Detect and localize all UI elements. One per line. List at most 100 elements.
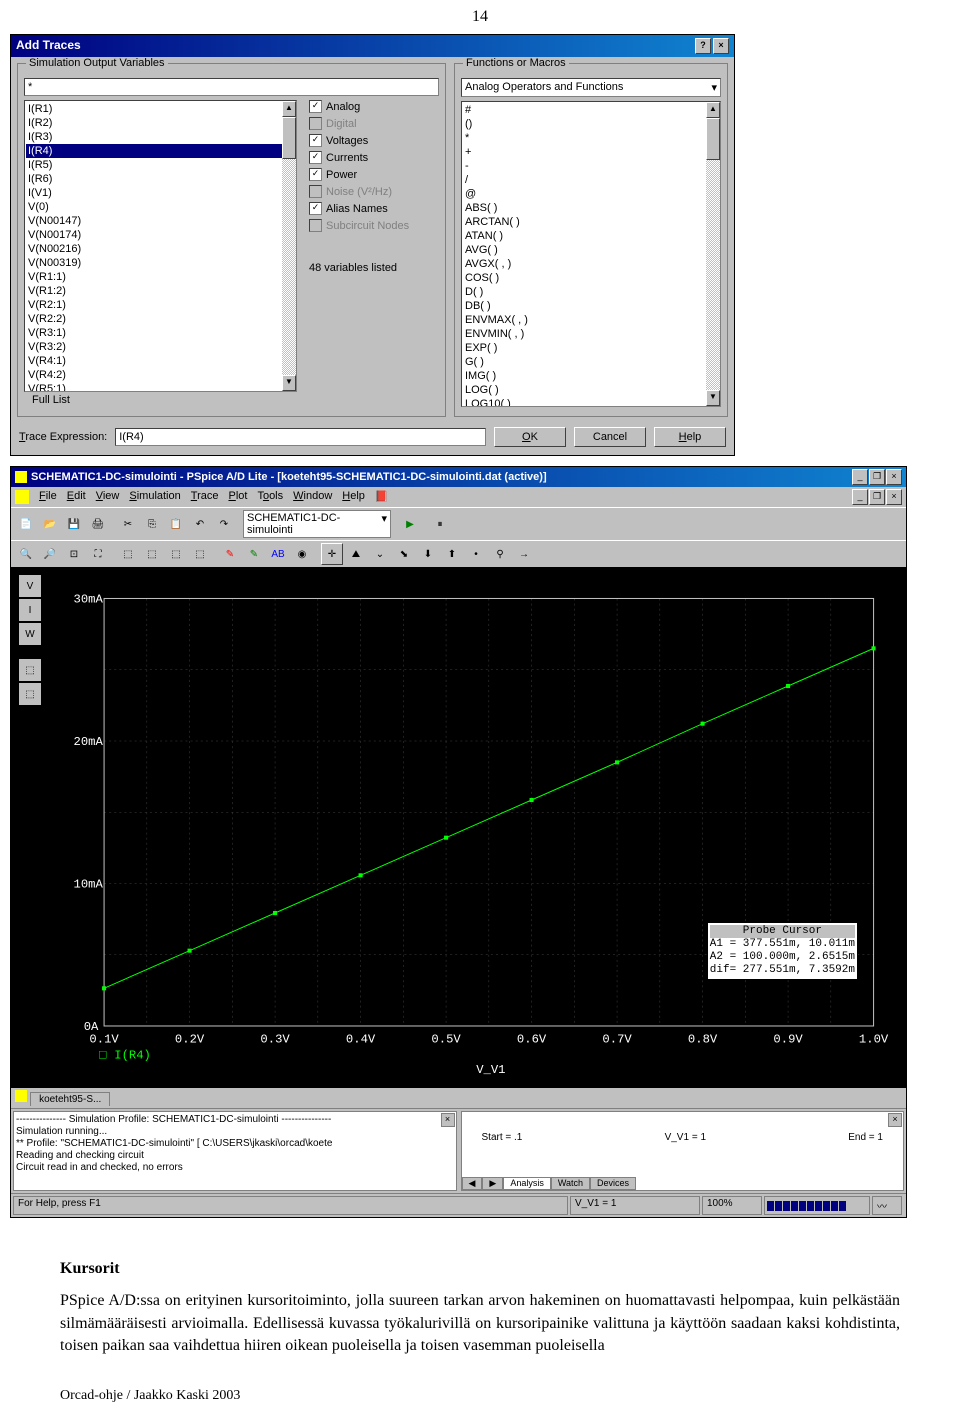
- menu-plot[interactable]: Plot: [228, 490, 247, 504]
- list-item[interactable]: LOG10( ): [463, 397, 719, 407]
- fft-icon[interactable]: ⬚: [165, 543, 187, 565]
- menu-help[interactable]: Help: [342, 490, 365, 504]
- scroll-thumb[interactable]: [706, 118, 720, 160]
- close-icon[interactable]: ×: [886, 469, 902, 485]
- cursor-trough-icon[interactable]: ⌄: [369, 543, 391, 565]
- tool-icon[interactable]: ⬚: [19, 683, 41, 705]
- list-item[interactable]: +: [463, 145, 719, 159]
- list-item[interactable]: AVGX( , ): [463, 257, 719, 271]
- power-checkbox[interactable]: ✓Power: [309, 168, 439, 181]
- i-marker-icon[interactable]: I: [19, 599, 41, 621]
- cursor-icon[interactable]: ✛: [321, 543, 343, 565]
- zoom-fit-icon[interactable]: ⛶: [87, 543, 109, 565]
- cursor-slope-icon[interactable]: ⬊: [393, 543, 415, 565]
- functions-listbox[interactable]: #()*+-/@ABS( )ARCTAN( )ATAN( )AVG( )AVGX…: [461, 101, 721, 407]
- currents-checkbox[interactable]: ✓Currents: [309, 151, 439, 164]
- mark-icon[interactable]: ◉: [291, 543, 313, 565]
- list-item[interactable]: V(R4:2): [26, 368, 295, 382]
- log-pane[interactable]: × --------------- Simulation Profile: SC…: [13, 1111, 457, 1191]
- analysis-pane[interactable]: × Start = .1 V_V1 = 1 End = 1 ◀ ▶ Analys…: [461, 1111, 905, 1191]
- tool-icon[interactable]: ⬚: [19, 659, 41, 681]
- list-item[interactable]: D( ): [463, 285, 719, 299]
- menu-simulation[interactable]: Simulation: [129, 490, 180, 504]
- cursor-min-icon[interactable]: ⬇: [417, 543, 439, 565]
- list-item[interactable]: I(R5): [26, 158, 295, 172]
- cursor-point-icon[interactable]: •: [465, 543, 487, 565]
- paste-icon[interactable]: 📋: [165, 513, 187, 535]
- analog-checkbox[interactable]: ✓Analog: [309, 100, 439, 113]
- zoom-area-icon[interactable]: ⊡: [63, 543, 85, 565]
- text-icon[interactable]: AB: [267, 543, 289, 565]
- list-item[interactable]: COS( ): [463, 271, 719, 285]
- open-icon[interactable]: 📂: [39, 513, 61, 535]
- w-marker-icon[interactable]: W: [19, 623, 41, 645]
- list-item[interactable]: @: [463, 187, 719, 201]
- list-item[interactable]: ENVMIN( , ): [463, 327, 719, 341]
- menu-view[interactable]: View: [96, 490, 120, 504]
- redo-icon[interactable]: ↷: [213, 513, 235, 535]
- list-item[interactable]: IMG( ): [463, 369, 719, 383]
- list-item[interactable]: V(R3:1): [26, 326, 295, 340]
- new-icon[interactable]: 📄: [15, 513, 37, 535]
- cut-icon[interactable]: ✂: [117, 513, 139, 535]
- list-item[interactable]: V(R3:2): [26, 340, 295, 354]
- cursor-max-icon[interactable]: ⬆: [441, 543, 463, 565]
- pause-icon[interactable]: ⏸: [429, 513, 451, 535]
- scroll-up-icon[interactable]: ▲: [706, 102, 720, 118]
- list-item[interactable]: ATAN( ): [463, 229, 719, 243]
- eval-icon[interactable]: ✎: [243, 543, 265, 565]
- minimize-icon[interactable]: _: [852, 489, 868, 505]
- book-icon[interactable]: 📕: [375, 490, 389, 504]
- maximize-icon[interactable]: ❐: [869, 469, 885, 485]
- cancel-button[interactable]: Cancel: [574, 427, 646, 447]
- alias-checkbox[interactable]: ✓Alias Names: [309, 202, 439, 215]
- voltages-checkbox[interactable]: ✓Voltages: [309, 134, 439, 147]
- cursor-next-icon[interactable]: →: [513, 543, 535, 565]
- scroll-down-icon[interactable]: ▼: [282, 375, 296, 391]
- list-item[interactable]: DB( ): [463, 299, 719, 313]
- list-item[interactable]: V(0): [26, 200, 295, 214]
- tab-nav-next[interactable]: ▶: [482, 1177, 503, 1190]
- plot-canvas[interactable]: 30mA20mA10mA0A 0.1V0.2V0.3V0.4V0.5V0.6V0…: [43, 575, 898, 1080]
- undo-icon[interactable]: ↶: [189, 513, 211, 535]
- print-icon[interactable]: 🖨: [87, 513, 109, 535]
- variables-listbox[interactable]: I(R1)I(R2)I(R3)I(R4)I(R5)I(R6)I(V1)V(0)V…: [24, 100, 297, 392]
- list-item[interactable]: I(R1): [26, 102, 295, 116]
- list-item[interactable]: V(R4:1): [26, 354, 295, 368]
- trace-add-icon[interactable]: ✎: [219, 543, 241, 565]
- scrollbar[interactable]: ▲ ▼: [706, 102, 720, 406]
- profile-combo[interactable]: SCHEMATIC1-DC-simulointi▾: [243, 510, 391, 538]
- run-icon[interactable]: ▶: [399, 513, 421, 535]
- copy-icon[interactable]: ⎘: [141, 513, 163, 535]
- zoom-in-icon[interactable]: 🔍: [15, 543, 37, 565]
- scroll-down-icon[interactable]: ▼: [706, 390, 720, 406]
- ok-button[interactable]: OK: [494, 427, 566, 447]
- menu-window[interactable]: Window: [293, 490, 332, 504]
- log-y-icon[interactable]: ⬚: [141, 543, 163, 565]
- tab-nav-prev[interactable]: ◀: [462, 1177, 483, 1190]
- tab-watch[interactable]: Watch: [551, 1177, 590, 1190]
- list-item[interactable]: I(V1): [26, 186, 295, 200]
- close-icon[interactable]: ×: [886, 489, 902, 505]
- list-item[interactable]: V(N00216): [26, 242, 295, 256]
- list-item[interactable]: V(N00147): [26, 214, 295, 228]
- list-item[interactable]: *: [463, 131, 719, 145]
- menu-trace[interactable]: Trace: [191, 490, 219, 504]
- scroll-thumb[interactable]: [282, 117, 296, 159]
- list-item[interactable]: G( ): [463, 355, 719, 369]
- list-item[interactable]: V(R1:1): [26, 270, 295, 284]
- cursor-search-icon[interactable]: ⚲: [489, 543, 511, 565]
- list-item[interactable]: I(R2): [26, 116, 295, 130]
- close-icon[interactable]: ×: [888, 1113, 902, 1127]
- list-item[interactable]: (): [463, 117, 719, 131]
- tab-devices[interactable]: Devices: [590, 1177, 636, 1190]
- list-item[interactable]: AVG( ): [463, 243, 719, 257]
- trace-expression-input[interactable]: [115, 428, 486, 446]
- menu-edit[interactable]: Edit: [67, 490, 86, 504]
- list-item[interactable]: #: [463, 103, 719, 117]
- close-icon[interactable]: ×: [713, 38, 729, 54]
- list-item[interactable]: -: [463, 159, 719, 173]
- scrollbar[interactable]: ▲ ▼: [282, 101, 296, 391]
- save-icon[interactable]: 💾: [63, 513, 85, 535]
- filter-input[interactable]: [24, 78, 439, 96]
